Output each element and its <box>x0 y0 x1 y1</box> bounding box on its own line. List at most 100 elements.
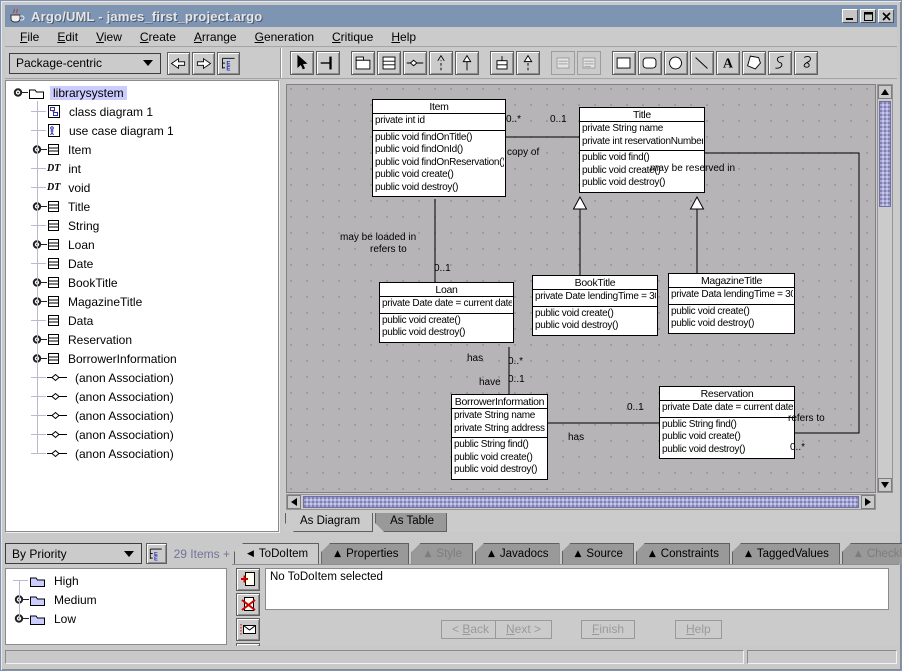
edge-label[interactable]: has <box>467 353 483 364</box>
nav-back-button[interactable] <box>167 52 190 75</box>
minimize-button[interactable] <box>842 9 858 23</box>
todo-message-box[interactable]: No ToDoItem selected <box>265 568 889 610</box>
tree-item-anon-association[interactable]: (anon Association) <box>6 387 278 406</box>
tool-closed-spline-button[interactable] <box>794 51 818 75</box>
todo-filter-combobox[interactable]: By Priority <box>5 543 142 564</box>
tree-item-int[interactable]: DT int <box>6 159 278 178</box>
tab-checklist[interactable]: ▲ Checklist <box>842 543 902 564</box>
tool-broom-button[interactable] <box>316 51 340 75</box>
menu-file[interactable]: File <box>11 30 48 44</box>
todo-item-high[interactable]: High <box>6 571 226 590</box>
todo-item-medium[interactable]: Medium <box>6 590 226 609</box>
tab-style[interactable]: ▲ Style <box>411 543 473 564</box>
uml-class-borrowerinformation[interactable]: BorrowerInformation private String namep… <box>451 394 548 480</box>
edge-label[interactable]: have <box>479 377 501 388</box>
tree-item-data[interactable]: Data <box>6 311 278 330</box>
scroll-right-button[interactable] <box>861 495 875 509</box>
menu-generation[interactable]: Generation <box>246 30 323 44</box>
tab-as-table[interactable]: As Table <box>375 513 447 532</box>
uml-class-loan[interactable]: Loan private Date date = current date pu… <box>379 282 514 343</box>
tree-item-loan[interactable]: Loan <box>6 235 278 254</box>
tree-handle-icon[interactable] <box>30 330 47 349</box>
tree-handle-icon[interactable] <box>12 609 29 628</box>
diagram-canvas[interactable]: Item private int id public void findOnTi… <box>286 84 876 493</box>
tree-item-librarysystem[interactable]: librarysystem <box>6 83 278 102</box>
uml-class-booktitle[interactable]: BookTitle private Date lendingTime = 30 … <box>532 275 658 336</box>
edge-label[interactable]: 0..* <box>506 114 521 125</box>
uml-class-reservation[interactable]: Reservation private Date date = current … <box>659 386 795 459</box>
menu-edit[interactable]: Edit <box>48 30 87 44</box>
tool-generalization-button[interactable] <box>455 51 479 75</box>
maximize-button[interactable] <box>860 9 876 23</box>
edge-label[interactable]: may be reserved in <box>650 163 735 174</box>
tool-comment-button[interactable] <box>551 51 575 75</box>
tree-handle-icon[interactable] <box>12 590 29 609</box>
todo-item-low[interactable]: Low <box>6 609 226 628</box>
tool-class-button[interactable] <box>377 51 401 75</box>
tab-todoitem[interactable]: ◀ ToDoItem <box>234 543 319 564</box>
tool-polygon-button[interactable] <box>742 51 766 75</box>
tree-item-booktitle[interactable]: BookTitle <box>6 273 278 292</box>
tool-association-button[interactable] <box>403 51 427 75</box>
edge-label[interactable]: 0..1 <box>550 114 567 125</box>
wizard-next-button[interactable]: Next > <box>495 620 552 639</box>
edge-label[interactable]: copy of <box>507 147 539 158</box>
uml-class-magazinetitle[interactable]: MagazineTitle private Data lendingTime =… <box>668 273 795 334</box>
menu-view[interactable]: View <box>87 30 131 44</box>
uml-class-title[interactable]: Title private String nameprivate int res… <box>579 107 705 193</box>
tool-spline-button[interactable] <box>768 51 792 75</box>
tool-realization-button[interactable] <box>516 51 540 75</box>
nav-tree-view-button[interactable]: EE <box>217 52 240 75</box>
wizard-finish-button[interactable]: Finish <box>581 620 635 639</box>
uml-class-item[interactable]: Item private int id public void findOnTi… <box>372 99 506 197</box>
tree-item-anon-association[interactable]: (anon Association) <box>6 425 278 444</box>
menu-create[interactable]: Create <box>131 30 185 44</box>
menu-critique[interactable]: Critique <box>323 30 382 44</box>
tab-as-diagram[interactable]: As Diagram <box>285 513 373 532</box>
horizontal-scrollbar[interactable] <box>286 494 876 510</box>
scroll-left-button[interactable] <box>287 495 301 509</box>
tab-properties[interactable]: ▲ Properties <box>321 543 409 564</box>
tree-handle-icon[interactable] <box>30 235 47 254</box>
tree-item-date[interactable]: Date <box>6 254 278 273</box>
tree-item-reservation[interactable]: Reservation <box>6 330 278 349</box>
edge-label[interactable]: 0..* <box>790 442 805 453</box>
tree-item-use-case-diagram-1[interactable]: use case diagram 1 <box>6 121 278 140</box>
tab-constraints[interactable]: ▲ Constraints <box>636 543 730 564</box>
tree-item-class-diagram-1[interactable]: class diagram 1 <box>6 102 278 121</box>
horizontal-scroll-thumb[interactable] <box>303 496 859 508</box>
vertical-scrollbar[interactable] <box>877 84 893 493</box>
edge-label[interactable]: 0..* <box>508 356 523 367</box>
tool-text-button[interactable]: A <box>716 51 740 75</box>
nav-forward-button[interactable] <box>192 52 215 75</box>
tree-handle-icon[interactable] <box>30 292 47 311</box>
tool-select-button[interactable] <box>290 51 314 75</box>
tab-javadocs[interactable]: ▲ Javadocs <box>475 543 560 564</box>
titlebar[interactable]: Argo/UML - james_first_project.argo <box>5 5 897 27</box>
wizard-back-button[interactable]: < Back <box>441 620 500 639</box>
tree-handle-icon[interactable] <box>30 273 47 292</box>
resolve-todo-button[interactable] <box>236 593 260 616</box>
tool-rectangle-button[interactable] <box>612 51 636 75</box>
tree-handle-icon[interactable] <box>30 349 47 368</box>
edge-label[interactable]: 0..1 <box>434 263 451 274</box>
tool-rounded-rectangle-button[interactable] <box>638 51 662 75</box>
tool-package-button[interactable] <box>351 51 375 75</box>
edge-label[interactable]: has <box>568 432 584 443</box>
close-button[interactable] <box>878 9 894 23</box>
new-todo-button[interactable] <box>236 568 260 591</box>
perspective-combobox[interactable]: Package-centric <box>9 53 161 74</box>
tab-taggedvalues[interactable]: ▲ TaggedValues <box>732 543 840 564</box>
tree-item-item[interactable]: Item <box>6 140 278 159</box>
scroll-down-button[interactable] <box>878 478 892 492</box>
tool-comment-link-button[interactable] <box>577 51 601 75</box>
tree-handle-icon[interactable] <box>30 197 47 216</box>
edge-label[interactable]: refers to <box>788 413 825 424</box>
tree-item-magazinetitle[interactable]: MagazineTitle <box>6 292 278 311</box>
edge-label[interactable]: 0..1 <box>627 402 644 413</box>
menu-help[interactable]: Help <box>382 30 425 44</box>
tool-dependency-button[interactable] <box>429 51 453 75</box>
tool-association-class-button[interactable] <box>490 51 514 75</box>
tree-item-anon-association[interactable]: (anon Association) <box>6 444 278 463</box>
tree-item-anon-association[interactable]: (anon Association) <box>6 368 278 387</box>
